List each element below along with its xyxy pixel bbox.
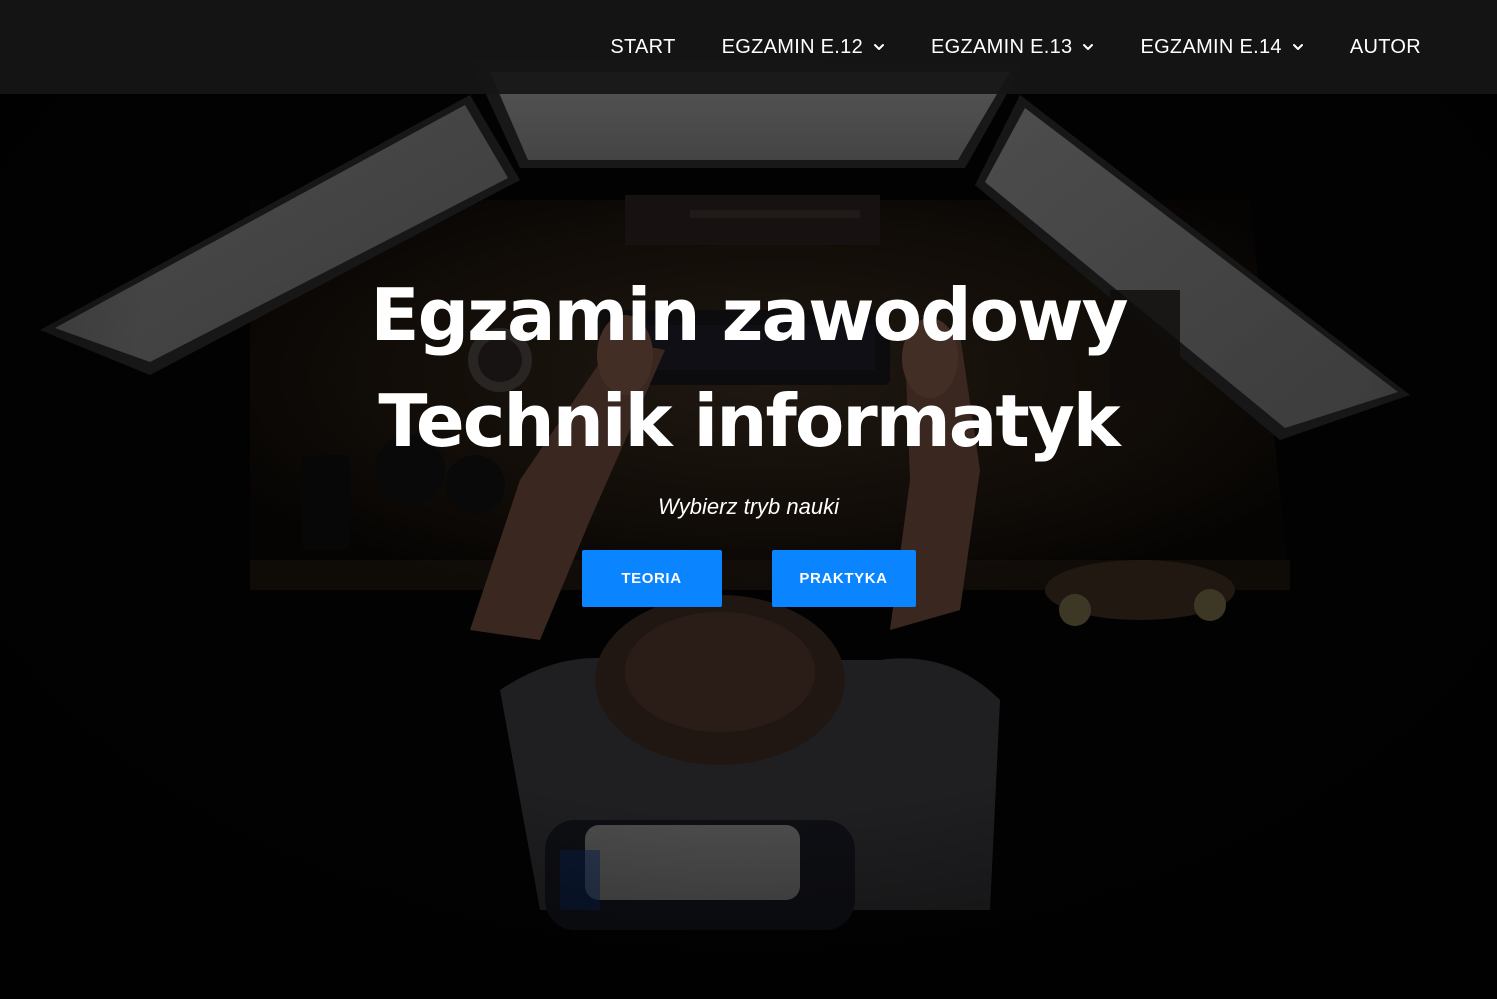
nav-item-label: EGZAMIN E.12 <box>721 35 864 58</box>
nav-item-label: EGZAMIN E.13 <box>931 35 1073 58</box>
hero-title-line-1: Egzamin zawodowy <box>370 273 1128 357</box>
hero-title-line-2: Technik informatyk <box>378 379 1120 463</box>
hero-section: Egzamin zawodowy Technik informatyk Wybi… <box>0 262 1497 607</box>
hero-subtitle: Wybierz tryb nauki <box>658 494 839 519</box>
nav-item-autor[interactable]: AUTOR <box>1350 36 1421 59</box>
nav-item-egzamin-e14[interactable]: EGZAMIN E.14 <box>1140 36 1303 59</box>
chevron-down-icon <box>1083 44 1094 50</box>
hero-title: Egzamin zawodowy Technik informatyk <box>0 262 1497 474</box>
chevron-down-icon <box>874 44 885 50</box>
nav-menu: START EGZAMIN E.12 EGZAMIN E.13 EGZAMIN … <box>610 0 1421 94</box>
nav-item-egzamin-e12[interactable]: EGZAMIN E.12 <box>722 36 885 59</box>
mode-button-group: TEORIA PRAKTYKA <box>0 550 1497 607</box>
nav-item-label: START <box>610 35 676 58</box>
nav-item-label: EGZAMIN E.14 <box>1140 35 1282 58</box>
nav-item-label: AUTOR <box>1349 35 1421 58</box>
teoria-button[interactable]: TEORIA <box>581 550 722 607</box>
nav-item-egzamin-e13[interactable]: EGZAMIN E.13 <box>931 36 1094 59</box>
page: START EGZAMIN E.12 EGZAMIN E.13 EGZAMIN … <box>0 0 1497 999</box>
chevron-down-icon <box>1292 44 1303 50</box>
praktyka-button[interactable]: PRAKTYKA <box>771 550 916 607</box>
nav-item-start[interactable]: START <box>610 36 675 59</box>
top-navbar: START EGZAMIN E.12 EGZAMIN E.13 EGZAMIN … <box>0 0 1497 94</box>
